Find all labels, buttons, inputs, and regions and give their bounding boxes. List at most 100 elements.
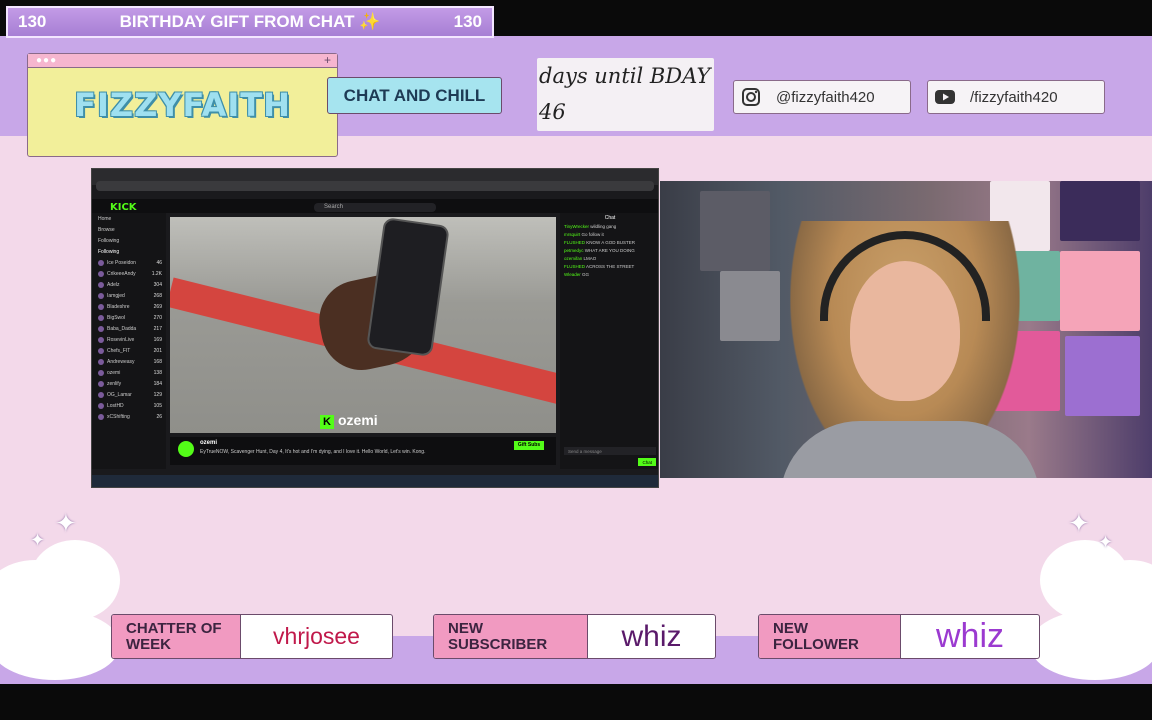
chat-message: TinyWrecker wildling gang: [560, 222, 658, 230]
kick-logo: KICK: [110, 202, 137, 213]
following-item: Chefs_FIT 201: [92, 345, 166, 356]
youtube-icon: [934, 87, 956, 107]
following-item-name: Baba_Dadda: [107, 325, 137, 332]
following-item-name: xCShifting: [107, 413, 130, 420]
following-item-count: 26: [156, 413, 162, 420]
following-item-name: Adelz: [107, 281, 120, 288]
chat-message: FLUSHED KNOW A GOD BUSTER: [560, 238, 658, 246]
new-follower-value: whiz: [935, 617, 1005, 655]
following-item-count: 129: [153, 391, 162, 398]
wall-poster: [1065, 336, 1140, 416]
following-item: Iamgjed 268: [92, 290, 166, 301]
youtube-handle: /fizzyfaith420: [927, 80, 1105, 114]
sparkle-icon: ✦: [1098, 532, 1114, 552]
following-item-count: 169: [153, 336, 162, 343]
streamer-name: ozemi: [200, 440, 218, 446]
following-item: xCShifting 26: [92, 411, 166, 422]
following-item: LostHD 105: [92, 400, 166, 411]
following-item-count: 105: [153, 402, 162, 409]
video-watermark-text: ozemi: [338, 412, 378, 428]
logo-window: ●●● + FIZZYFAITH: [27, 53, 338, 157]
following-item-name: ozemi: [107, 369, 121, 376]
goal-title: BIRTHDAY GIFT FROM CHAT ✨: [119, 12, 381, 31]
nav-home: Home: [98, 215, 112, 222]
following-item-count: 217: [153, 325, 162, 332]
goal-right-count: 130: [453, 12, 482, 31]
wall-poster: [720, 271, 780, 341]
kick-chat: Chat TinyWrecker wildling gang mrsquirt G…: [560, 213, 658, 469]
following-item-count: 270: [153, 314, 162, 321]
chat-username: FLUSHED: [564, 239, 586, 245]
channel-avatar: [98, 281, 104, 288]
webcam-feed: [660, 181, 1152, 478]
following-item-count: 138: [153, 369, 162, 376]
new-follower-label: NEW FOLLOWER: [759, 615, 901, 658]
nav-following: Following: [98, 237, 120, 244]
following-item: BigSwol 270: [92, 312, 166, 323]
following-item-name: Chefs_FIT: [107, 347, 131, 354]
channel-avatar: [98, 380, 104, 387]
streamer-person: [780, 221, 1040, 478]
video-watermark: Kozemi: [320, 412, 378, 429]
channel-avatar: [98, 259, 104, 266]
following-item: RosevinLive 169: [92, 334, 166, 345]
chat-message: FLUSHED ACROSS THE STREET: [560, 262, 658, 270]
instagram-handle-text: @fizzyfaith420: [776, 88, 875, 106]
following-item: zenlify 184: [92, 378, 166, 389]
channel-avatar: [98, 391, 104, 398]
chat-input: Send a message: [564, 447, 656, 455]
following-item-name: OG_Lamar: [107, 391, 132, 398]
bottom-bar: [0, 684, 1152, 720]
following-item-name: zenlify: [107, 380, 122, 387]
following-item-name: CrikeeeAndy: [107, 270, 136, 277]
screen-capture: KICK Search Home Browse Following Follow…: [91, 168, 659, 488]
following-item-name: RosevinLive: [107, 336, 135, 343]
new-subscriber-box: NEW SUBSCRIBER whiz: [433, 614, 716, 659]
new-follower-box: NEW FOLLOWER whiz: [758, 614, 1040, 659]
chat-message: mrsquirt Go follow it: [560, 230, 658, 238]
new-subscriber-value: whiz: [621, 619, 682, 653]
logo-window-titlebar: ●●● +: [28, 53, 337, 68]
gift-goal-bar: 130 BIRTHDAY GIFT FROM CHAT ✨ 130: [6, 6, 494, 38]
instagram-icon: [740, 87, 762, 107]
following-item-count: 168: [153, 358, 162, 365]
channel-avatar: [98, 358, 104, 365]
chat-username: mrsquirt: [564, 231, 581, 237]
chat-text: WHAT ARE YOU DOING: [584, 247, 635, 253]
chat-message: petmedyc WHAT ARE YOU DOING: [560, 246, 658, 254]
channel-avatar: [98, 314, 104, 321]
channel-avatar: [98, 336, 104, 343]
gift-subs-button: Gift Subs: [514, 441, 544, 450]
browser-url-bar: [96, 181, 654, 191]
following-item: CrikeeeAndy 1.2K: [92, 268, 166, 279]
youtube-handle-text: /fizzyfaith420: [970, 88, 1058, 106]
chat-text: KNOW A GOD BUSTER: [586, 239, 636, 245]
video-phone: [366, 217, 450, 357]
chat-send-button: Chat: [638, 458, 656, 466]
windows-taskbar: [92, 475, 658, 487]
chat-username: Wleader: [564, 271, 581, 277]
stream-video: Kozemi: [170, 217, 556, 433]
cloud-right: [1030, 610, 1152, 680]
wall-poster: [700, 191, 770, 271]
kick-search-input: Search: [314, 203, 436, 212]
window-dots-icon: ●●●: [36, 55, 58, 66]
plus-icon: +: [323, 53, 331, 67]
following-item-name: Iamgjed: [107, 292, 125, 299]
channel-avatar: [98, 303, 104, 310]
chat-text: Go follow it: [581, 231, 604, 237]
chat-header: Chat: [604, 214, 616, 221]
sparkle-icon: ✦: [1068, 508, 1090, 538]
bday-countdown: days until BDAY 46: [537, 58, 714, 131]
chatter-of-week-box: CHATTER OF WEEK vhrjosee: [111, 614, 393, 659]
chat-text: LMAO: [583, 255, 597, 261]
following-item: OG_Lamar 129: [92, 389, 166, 400]
sparkle-icon: ✦: [30, 530, 46, 550]
goal-left-count: 130: [18, 12, 47, 31]
wall-poster: [1060, 181, 1140, 241]
following-item-count: 269: [153, 303, 162, 310]
following-item: Bladeshre 269: [92, 301, 166, 312]
chat-username: TinyWrecker: [564, 223, 590, 229]
following-item-count: 268: [153, 292, 162, 299]
chatter-of-week-value: vhrjosee: [273, 623, 360, 649]
